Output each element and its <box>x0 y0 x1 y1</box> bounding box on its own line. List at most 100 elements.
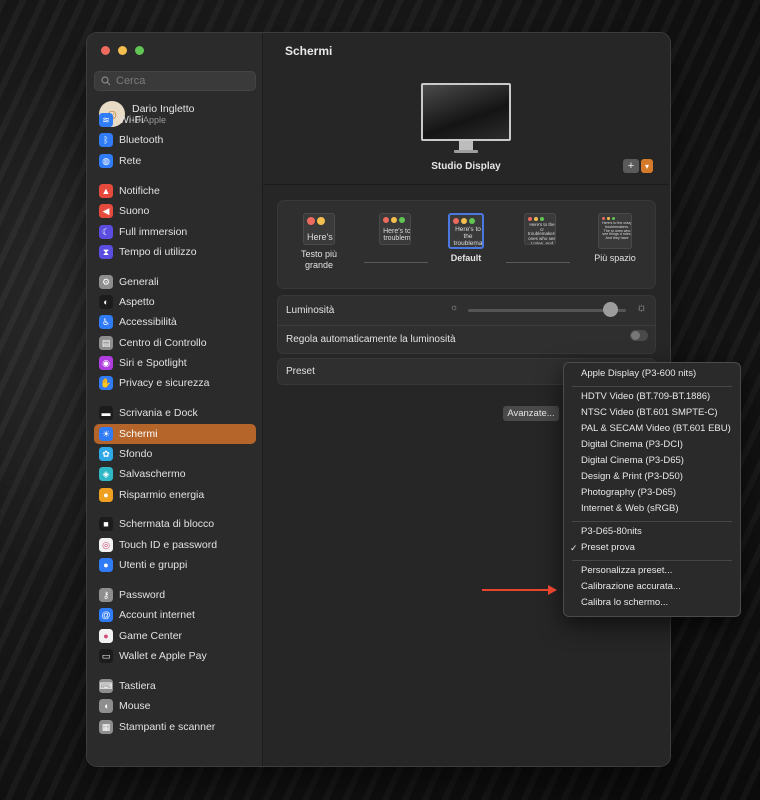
minimize-button[interactable] <box>118 46 127 55</box>
bulb-icon: ● <box>99 488 113 502</box>
sidebar-item-password[interactable]: ⚷ Password <box>94 585 256 605</box>
sidebar-item-salvaschermo[interactable]: ◈ Salvaschermo <box>94 464 256 484</box>
sidebar-item-label: Risparmio energia <box>119 489 205 501</box>
sidebar-item-tastiera[interactable]: ⌨ Tastiera <box>94 676 256 696</box>
game-center-icon: ● <box>99 629 113 643</box>
display-name: Studio Display <box>431 161 501 172</box>
page-title: Schermi <box>285 44 333 58</box>
auto-brightness-label: Regola automaticamente la luminosità <box>286 334 456 345</box>
sidebar-item-suono[interactable]: ◀ Suono <box>94 201 256 221</box>
sidebar-item-tempo-di-utilizzo[interactable]: ⧗ Tempo di utilizzo <box>94 242 256 262</box>
hourglass-icon: ⧗ <box>99 245 113 259</box>
resolution-divider <box>506 262 570 263</box>
sidebar-item-siri-e-spotlight[interactable]: ◉ Siri e Spotlight <box>94 353 256 373</box>
add-display-control: + ▾ <box>623 159 653 173</box>
preset-menu-item[interactable]: HDTV Video (BT.709-BT.1886) <box>581 391 710 403</box>
sidebar-item-schermi[interactable]: ☀ Schermi <box>94 424 256 444</box>
close-button[interactable] <box>101 46 110 55</box>
sidebar-item-label: Wi-Fi <box>119 114 144 126</box>
sidebar-item-label: Tempo di utilizzo <box>119 246 197 258</box>
sidebar-item-wallet-e-apple-pay[interactable]: ▭ Wallet e Apple Pay <box>94 646 256 666</box>
preset-menu-item[interactable]: Personalizza preset... <box>581 565 672 577</box>
resolution-option-more-space[interactable]: Here's to the crazy troublemakers. The r… <box>585 213 645 264</box>
sidebar-item-risparmio-energia[interactable]: ● Risparmio energia <box>94 485 256 505</box>
preset-menu-item[interactable]: ✓ Preset prova <box>570 542 635 554</box>
resolution-option-default[interactable]: Here's to the troublema ones who Default <box>436 213 496 264</box>
sidebar-item-label: Generali <box>119 276 159 288</box>
sidebar-item-centro-di-controllo[interactable]: ▤ Centro di Controllo <box>94 333 256 353</box>
control-center-icon: ▤ <box>99 336 113 350</box>
sidebar-item-label: Mouse <box>119 700 151 712</box>
resolution-option-larger-text[interactable]: Here's Testo più grande <box>289 213 349 271</box>
sidebar-item-label: Full immersion <box>119 226 188 238</box>
preset-menu-item[interactable]: NTSC Video (BT.601 SMPTE-C) <box>581 407 718 419</box>
preset-menu-item[interactable]: PAL & SECAM Video (BT.601 EBU) <box>581 423 731 435</box>
sidebar-item-label: Touch ID e password <box>119 539 218 551</box>
sidebar-item-full-immersion[interactable]: ☾ Full immersion <box>94 222 256 242</box>
wallpaper-icon: ✿ <box>99 447 113 461</box>
arrow-annotation-icon <box>482 585 557 595</box>
sun-icon: ☀ <box>99 427 113 441</box>
sidebar-item-game-center[interactable]: ● Game Center <box>94 626 256 646</box>
sidebar-item-notifiche[interactable]: ▲ Notifiche <box>94 181 256 201</box>
menu-separator <box>572 521 732 522</box>
brightness-panel: Luminosità ☼ ☼ Regola automaticamente la… <box>277 295 656 354</box>
moon-icon: ☾ <box>99 225 113 239</box>
sidebar-item-mouse[interactable]: ◖ Mouse <box>94 696 256 716</box>
sidebar-item-utenti-e-gruppi[interactable]: ● Utenti e gruppi <box>94 555 256 575</box>
preset-menu-item[interactable]: Digital Cinema (P3-DCI) <box>581 439 683 451</box>
sidebar-item-bluetooth[interactable]: ᛒ Bluetooth <box>94 130 256 150</box>
preset-menu-item[interactable]: P3-D65-80nits <box>581 526 642 538</box>
display-thumbnail[interactable] <box>421 83 511 141</box>
search-box[interactable] <box>94 71 256 91</box>
siri-icon: ◉ <box>99 356 113 370</box>
sidebar-item-schermata-di-blocco[interactable]: ■ Schermata di blocco <box>94 514 256 534</box>
printer-icon: ▦ <box>99 720 113 734</box>
preset-menu-item[interactable]: Digital Cinema (P3-D65) <box>581 455 684 467</box>
sidebar-item-label: Schermata di blocco <box>119 518 215 530</box>
sidebar-item-wi-fi[interactable]: ≋ Wi-Fi <box>94 110 256 130</box>
window-controls <box>101 46 144 55</box>
resolution-option-4[interactable]: Here's to the cr troublemakers. ones who… <box>510 213 570 245</box>
appearance-icon: ◐ <box>99 295 113 309</box>
sidebar-item-label: Accessibilità <box>119 316 177 328</box>
preset-popup-menu: Apple Display (P3-600 nits) HDTV Video (B… <box>563 362 741 617</box>
preset-menu-item[interactable]: Design & Print (P3-D50) <box>581 471 683 483</box>
wifi-icon: ≋ <box>99 113 113 127</box>
sidebar-item-label: Tastiera <box>119 680 156 692</box>
resolution-panel: Here's Testo più grande Here's to troubl… <box>277 200 656 289</box>
sidebar-item-account-internet[interactable]: @ Account internet <box>94 605 256 625</box>
sidebar-item-label: Stampanti e scanner <box>119 721 216 733</box>
sidebar-item-rete[interactable]: ◍ Rete <box>94 151 256 171</box>
wallet-icon: ▭ <box>99 649 113 663</box>
search-input[interactable] <box>116 75 246 87</box>
sidebar-item-aspetto[interactable]: ◐ Aspetto <box>94 292 256 312</box>
preset-menu-item[interactable]: Calibrazione accurata... <box>581 581 681 593</box>
brightness-slider-knob[interactable] <box>603 302 619 317</box>
display-stand-foot <box>454 150 478 153</box>
sidebar-item-privacy-e-sicurezza[interactable]: ✋ Privacy e sicurezza <box>94 373 256 393</box>
sidebar-item-touch-id-e-password[interactable]: ◎ Touch ID e password <box>94 535 256 555</box>
sidebar-item-label: Scrivania e Dock <box>119 407 198 419</box>
sidebar-item-stampanti-e-scanner[interactable]: ▦ Stampanti e scanner <box>94 717 256 737</box>
advanced-button[interactable]: Avanzate... <box>503 406 559 421</box>
preset-label: Preset <box>286 366 315 377</box>
resolution-option-2[interactable]: Here's to troublem <box>365 213 425 245</box>
globe-icon: ◍ <box>99 154 113 168</box>
sidebar-item-scrivania-e-dock[interactable]: ▬ Scrivania e Dock <box>94 403 256 423</box>
accessibility-icon: ♿ <box>99 315 113 329</box>
preset-menu-item[interactable]: Apple Display (P3-600 nits) <box>581 368 696 380</box>
sidebar-item-sfondo[interactable]: ✿ Sfondo <box>94 444 256 464</box>
preset-menu-item[interactable]: Calibra lo schermo... <box>581 597 668 609</box>
preset-menu-item[interactable]: Internet & Web (sRGB) <box>581 503 679 515</box>
sidebar-item-generali[interactable]: ⚙ Generali <box>94 272 256 292</box>
preset-menu-item[interactable]: Photography (P3-D65) <box>581 487 676 499</box>
auto-brightness-toggle[interactable] <box>630 330 648 341</box>
sidebar-item-accessibilit[interactable]: ♿ Accessibilità <box>94 312 256 332</box>
sidebar-item-label: Siri e Spotlight <box>119 357 187 369</box>
chevron-down-icon[interactable]: ▾ <box>641 159 653 173</box>
add-display-button[interactable]: + <box>623 159 639 173</box>
zoom-button[interactable] <box>135 46 144 55</box>
key-icon: ⚷ <box>99 588 113 602</box>
sidebar-item-label: Sfondo <box>119 448 153 460</box>
